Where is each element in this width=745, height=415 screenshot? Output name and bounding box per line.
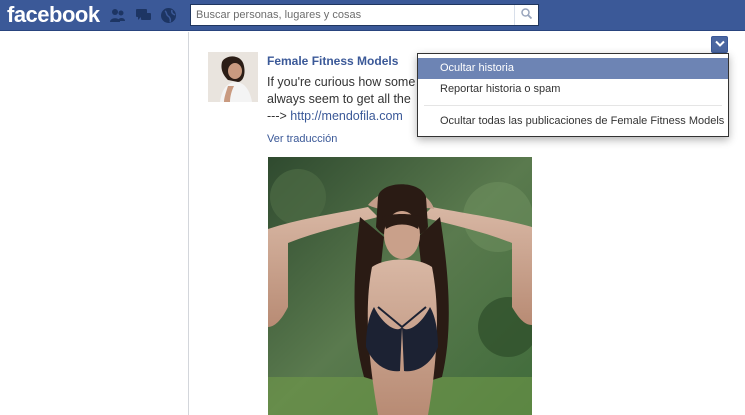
menu-item-report-story[interactable]: Reportar historia o spam bbox=[418, 79, 728, 100]
search-button[interactable] bbox=[514, 5, 538, 25]
messages-icon[interactable] bbox=[135, 7, 152, 24]
story-options-button[interactable] bbox=[711, 36, 728, 53]
facebook-logo[interactable]: facebook bbox=[7, 2, 100, 28]
story-message-line: If you're curious how some bbox=[267, 75, 415, 89]
search-input[interactable] bbox=[191, 5, 513, 25]
story-link[interactable]: http://mendofila.com bbox=[290, 109, 403, 123]
friend-requests-icon[interactable] bbox=[109, 7, 126, 24]
avatar[interactable] bbox=[208, 52, 258, 102]
left-column bbox=[0, 32, 189, 415]
story-message-line: ---> http://mendofila.com bbox=[267, 108, 415, 125]
search-icon bbox=[521, 8, 533, 22]
search-box bbox=[190, 4, 539, 26]
story-message-line: always seem to get all the bbox=[267, 92, 411, 106]
story-actor-name[interactable]: Female Fitness Models bbox=[267, 54, 398, 68]
top-bar: facebook bbox=[0, 0, 745, 31]
menu-item-hide-all-posts[interactable]: Ocultar todas las publicaciones de Femal… bbox=[418, 111, 728, 132]
chevron-down-icon bbox=[714, 39, 725, 51]
translate-link[interactable]: Ver traducción bbox=[267, 133, 337, 145]
menu-separator bbox=[424, 105, 722, 106]
menu-item-hide-story[interactable]: Ocultar historia bbox=[418, 58, 728, 79]
story-photo[interactable] bbox=[268, 157, 532, 415]
story-message-prefix: ---> bbox=[267, 109, 291, 123]
story-message: If you're curious how some always seem t… bbox=[267, 74, 415, 125]
story-options-menu: Ocultar historia Reportar historia o spa… bbox=[417, 53, 729, 137]
notifications-icon[interactable] bbox=[160, 7, 177, 24]
